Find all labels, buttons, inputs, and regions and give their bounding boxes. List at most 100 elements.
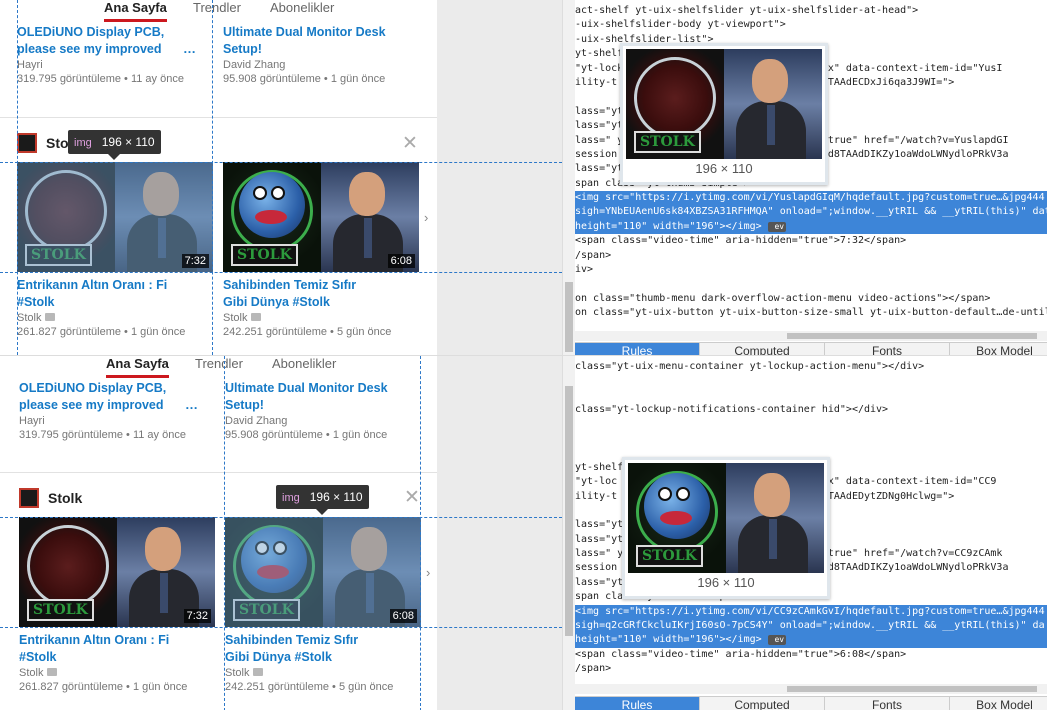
page-scrollbar[interactable] — [562, 356, 575, 710]
video-title[interactable]: Entrikanın Altın Oranı : Fi #Stolk — [19, 632, 179, 666]
channel-name[interactable]: Stolk — [19, 666, 215, 680]
channel-name[interactable]: Stolk — [225, 666, 421, 680]
dom-line[interactable]: act-shelf yt-uix-shelfslider yt-uix-shel… — [575, 4, 1047, 18]
video-title[interactable]: Sahibinden Temiz Sıfır Gibi Dünya #Stolk — [223, 277, 383, 311]
lower-screenshot: Ana Sayfa Trendler Abonelikler OLEDiUNO … — [0, 355, 1047, 710]
view-count: 242.251 görüntüleme — [223, 326, 327, 338]
video-title[interactable]: Sahibinden Temiz Sıfır Gibi Dünya #Stolk — [225, 632, 385, 666]
event-badge[interactable]: ev — [767, 635, 787, 646]
presenter-image — [726, 463, 824, 573]
channel-name[interactable]: David Zhang — [223, 58, 419, 72]
horizontal-scrollbar[interactable] — [575, 684, 1047, 694]
dom-line[interactable]: sigh=YNbEUAenU6sk84XBZSA31RFHMQA" onload… — [575, 205, 1047, 220]
next-arrow-icon[interactable]: › — [424, 210, 428, 225]
upload-age: 1 gün önce — [332, 429, 388, 441]
tab-box-model[interactable]: Box Model — [950, 697, 1047, 710]
close-icon[interactable]: ✕ — [404, 488, 420, 507]
video-title[interactable]: Ultimate Dual Monitor Desk Setup! — [225, 380, 395, 414]
preview-thumbnail: STOLK — [628, 463, 824, 573]
section-divider — [0, 117, 437, 118]
dom-line[interactable]: -uix-shelfslider-body yt-viewport"> — [575, 18, 1047, 32]
dom-line[interactable]: <img src="https://i.ytimg.com/vi/Yuslapd… — [575, 191, 1047, 206]
video-thumbnail[interactable]: STOLK 6:08 — [225, 517, 421, 627]
dom-line[interactable]: <span class="video-time" aria-hidden="tr… — [575, 234, 1047, 248]
tab-trending[interactable]: Trendler — [195, 356, 243, 382]
tab-subscriptions[interactable]: Abonelikler — [270, 0, 334, 26]
video-item[interactable]: Entrikanın Altın Oranı : Fi #Stolk Stolk… — [17, 277, 213, 339]
dom-line[interactable]: iv> — [575, 263, 1047, 277]
video-thumbnail[interactable]: STOLK 6:08 — [223, 162, 419, 272]
video-thumbnail[interactable]: STOLK 7:32 — [17, 162, 213, 272]
dom-line[interactable]: /span> — [575, 662, 1047, 676]
tab-rules[interactable]: Rules — [575, 697, 700, 710]
view-count: 95.908 görüntüleme — [223, 73, 321, 85]
video-item[interactable]: Ultimate Dual Monitor Desk Setup! David … — [223, 24, 419, 86]
next-arrow-icon[interactable]: › — [426, 565, 430, 580]
view-count: 95.908 görüntüleme — [225, 429, 323, 441]
verified-icon — [252, 668, 263, 676]
shelf-title[interactable]: Stolk — [48, 490, 82, 506]
youtube-page: Ana Sayfa Trendler Abonelikler OLEDiUNO … — [0, 0, 562, 355]
tab-computed[interactable]: Computed — [700, 343, 825, 355]
event-badge[interactable]: ev — [767, 221, 787, 232]
page-scrollbar[interactable] — [562, 0, 575, 355]
video-thumbnail[interactable]: STOLK 7:32 — [19, 517, 215, 627]
video-item[interactable]: Entrikanın Altın Oranı : Fi #Stolk Stolk… — [19, 632, 215, 694]
dom-line[interactable]: /span> — [575, 249, 1047, 263]
channel-name[interactable]: David Zhang — [225, 414, 421, 428]
video-item[interactable]: Sahibinden Temiz Sıfır Gibi Dünya #Stolk… — [223, 277, 419, 339]
tab-subscriptions[interactable]: Abonelikler — [272, 356, 336, 382]
video-item[interactable]: Sahibinden Temiz Sıfır Gibi Dünya #Stolk… — [225, 632, 421, 694]
tab-home[interactable]: Ana Sayfa — [106, 356, 169, 378]
dom-line[interactable]: height="110" width="196"></img> ev — [575, 219, 1047, 235]
tooltip-size: 196 × 110 — [309, 490, 363, 504]
video-stats: 242.251 görüntüleme • 5 gün önce — [223, 325, 419, 339]
channel-name[interactable]: Stolk — [223, 311, 419, 325]
video-title[interactable]: OLEDiUNO Display PCB, please see my impr… — [17, 24, 187, 58]
dom-line[interactable] — [575, 432, 1047, 446]
tab-rules[interactable]: Rules — [575, 343, 700, 355]
tab-fonts[interactable]: Fonts — [825, 697, 950, 710]
dom-line[interactable] — [575, 374, 1047, 388]
channel-name[interactable]: Stolk — [17, 311, 213, 325]
video-title[interactable]: OLEDiUNO Display PCB, please see my impr… — [19, 380, 189, 414]
dom-line[interactable]: sigh=q2cGRfCkcluIKrjI60sO-7pCS4Y" onload… — [575, 619, 1047, 634]
tab-home[interactable]: Ana Sayfa — [104, 0, 167, 22]
video-title[interactable]: Entrikanın Altın Oranı : Fi #Stolk — [17, 277, 177, 311]
channel-name[interactable]: Hayri — [17, 58, 213, 72]
tab-computed[interactable]: Computed — [700, 697, 825, 710]
dom-line[interactable]: <span class="video-time" aria-hidden="tr… — [575, 648, 1047, 662]
video-stats: 242.251 görüntüleme • 5 gün önce — [225, 680, 421, 694]
channel-name[interactable]: Hayri — [19, 414, 215, 428]
guide-line — [0, 162, 562, 163]
video-stats: 261.827 görüntüleme • 1 gün önce — [19, 680, 215, 694]
video-duration: 7:32 — [181, 254, 209, 268]
more-ellipsis: … — [185, 397, 198, 412]
dom-line[interactable]: on class="thumb-menu dark-overflow-actio… — [575, 292, 1047, 306]
horizontal-scrollbar[interactable] — [575, 331, 1047, 341]
dom-line[interactable]: class="yt-uix-menu-container yt-lockup-a… — [575, 360, 1047, 374]
dom-line[interactable]: height="110" width="196"></img> ev — [575, 633, 1047, 648]
video-item[interactable]: Ultimate Dual Monitor Desk Setup! David … — [225, 380, 421, 442]
channel-avatar-icon[interactable] — [17, 133, 37, 153]
thumbnail-art: STOLK — [223, 162, 321, 272]
upload-age: 5 gün önce — [336, 326, 392, 338]
dom-line[interactable]: <img src="https://i.ytimg.com/vi/CC9zCAm… — [575, 604, 1047, 620]
dom-line[interactable]: class="yt-lockup-notifications-container… — [575, 403, 1047, 417]
upload-age: 1 gün önce — [132, 681, 188, 693]
video-title[interactable]: Ultimate Dual Monitor Desk Setup! — [223, 24, 393, 58]
close-icon[interactable]: ✕ — [402, 134, 418, 153]
tab-box-model[interactable]: Box Model — [950, 343, 1047, 355]
view-count: 242.251 görüntüleme — [225, 681, 329, 693]
tab-fonts[interactable]: Fonts — [825, 343, 950, 355]
channel-avatar-icon[interactable] — [19, 488, 39, 508]
video-duration: 7:32 — [183, 609, 211, 623]
dom-line[interactable] — [575, 277, 1047, 291]
tab-trending[interactable]: Trendler — [193, 0, 241, 26]
devtools-panel: class="yt-uix-menu-container yt-lockup-a… — [575, 356, 1047, 710]
dom-line[interactable] — [575, 389, 1047, 403]
dom-line[interactable] — [575, 418, 1047, 432]
styles-tabs: Rules Computed Fonts Box Model — [575, 342, 1047, 355]
dom-line[interactable]: on class="yt-uix-button yt-uix-button-si… — [575, 306, 1047, 320]
tooltip-size: 196 × 110 — [101, 135, 155, 149]
